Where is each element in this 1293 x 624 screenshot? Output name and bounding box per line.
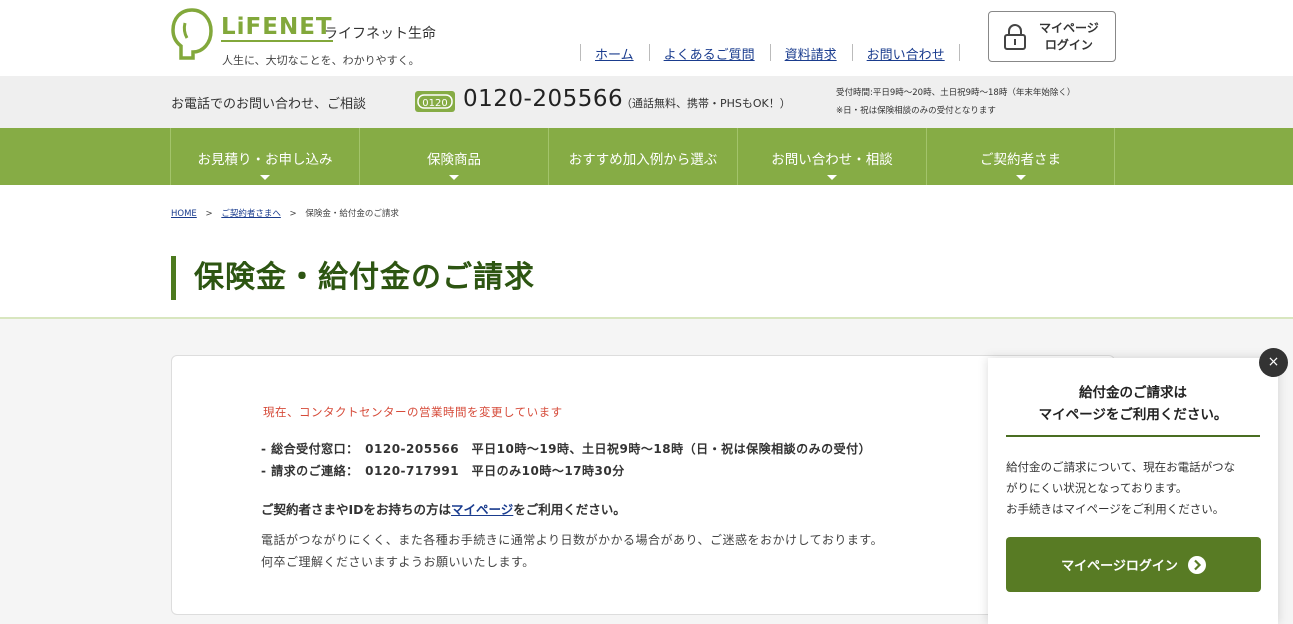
nav-link-home[interactable]: ホーム (580, 44, 649, 63)
notice-body-text: 電話がつながりにくく、また各種お手続きに通常より日数がかかる場合があり、ご迷惑を… (261, 533, 884, 547)
phone-number[interactable]: 0120-205566 (463, 86, 623, 112)
popup-title: 給付金のご請求は マイページをご利用ください。 (1038, 385, 1228, 423)
mypage-link[interactable]: マイページ (451, 502, 513, 517)
main-nav-quote[interactable]: お見積り・お申し込み (170, 128, 359, 185)
chevron-down-icon (449, 175, 459, 180)
freedial-icon: 0120 (415, 91, 455, 112)
breadcrumb-current: 保険金・給付金のご請求 (305, 209, 399, 219)
breadcrumb-home[interactable]: HOME (171, 209, 197, 219)
company-name: ライフネット生命 (324, 26, 436, 42)
main-nav-examples[interactable]: おすすめ加入例から選ぶ (548, 128, 737, 185)
mypage-popup: 給付金のご請求は マイページをご利用ください。 給付金のご請求について、現在お電… (988, 358, 1278, 624)
arrow-right-circle-icon (1187, 555, 1206, 574)
breadcrumb: HOME > ご契約者さまへ > 保険金・給付金のご請求 (171, 207, 399, 219)
popup-divider (1006, 435, 1260, 437)
breadcrumb-separator: > (289, 209, 297, 219)
utility-nav: ホーム よくあるご質問 資料請求 お問い合わせ (580, 44, 960, 63)
logo-wordmark[interactable]: LiFENET (221, 14, 333, 42)
notice-box: 現在、コンタクトセンターの営業時間を変更しています - 総合受付窓口： 0120… (171, 355, 1115, 615)
notice-body-text: 何卒ご理解くださいますようお願いいたします。 (261, 555, 535, 569)
breadcrumb-separator: > (205, 209, 213, 219)
notice-general-line: - 総合受付窓口： 0120-205566 平日10時〜19時、土日祝9時〜18… (261, 442, 872, 456)
main-nav-contact[interactable]: お問い合わせ・相談 (737, 128, 926, 185)
mypage-login-button[interactable]: マイページ ログイン (988, 11, 1116, 62)
mypage-login-label: マイページ ログイン (1039, 20, 1099, 52)
reception-hours-note: ※日・祝は保険相談のみの受付となります (836, 106, 996, 116)
notice-heading: 現在、コンタクトセンターの営業時間を変更しています (263, 405, 563, 419)
tagline: 人生に、大切なことを、わかりやすく。 (222, 54, 420, 67)
site-header: LiFENET ライフネット生命 人生に、大切なことを、わかりやすく。 ホーム … (0, 0, 1293, 76)
chevron-down-icon (1015, 175, 1026, 180)
main-nav-products[interactable]: 保険商品 (359, 128, 548, 185)
reception-hours: 受付時間:平日9時〜20時、土日祝9時〜18時（年末年始除く） (836, 88, 1076, 98)
phone-note: （通話無料、携帯・PHSもOK！） (621, 97, 791, 110)
main-nav-policyholders[interactable]: ご契約者さま (926, 128, 1115, 185)
logo-face-icon[interactable] (170, 7, 214, 61)
chevron-down-icon (260, 175, 270, 180)
nav-link-faq[interactable]: よくあるご質問 (648, 44, 770, 63)
chevron-down-icon (827, 175, 837, 180)
popup-body: 給付金のご請求について、現在お電話がつな がりにくい状況となっております。 お手… (1006, 460, 1236, 516)
popup-mypage-login-button[interactable]: マイページログイン (1006, 537, 1261, 592)
close-icon[interactable]: × (1259, 348, 1288, 377)
main-nav: お見積り・お申し込み 保険商品 おすすめ加入例から選ぶ お問い合わせ・相談 ご契… (0, 128, 1293, 185)
nav-link-contact[interactable]: お問い合わせ (851, 44, 960, 63)
page-title: 保険金・給付金のご請求 (171, 256, 535, 300)
notice-claim-line: - 請求のご連絡： 0120-717991 平日のみ10時〜17時30分 (261, 464, 625, 478)
lock-icon (1004, 23, 1026, 50)
notice-mypage-text: ご契約者さまやIDをお持ちの方はマイページをご利用ください。 (261, 502, 626, 517)
phone-lead-text: お電話でのお問い合わせ、ご相談 (171, 97, 367, 112)
phone-contact-bar: お電話でのお問い合わせ、ご相談 0120 0120-205566 （通話無料、携… (0, 76, 1293, 128)
nav-link-request-documents[interactable]: 資料請求 (769, 44, 852, 63)
breadcrumb-parent[interactable]: ご契約者さまへ (221, 209, 281, 219)
svg-text:0120: 0120 (422, 98, 447, 109)
